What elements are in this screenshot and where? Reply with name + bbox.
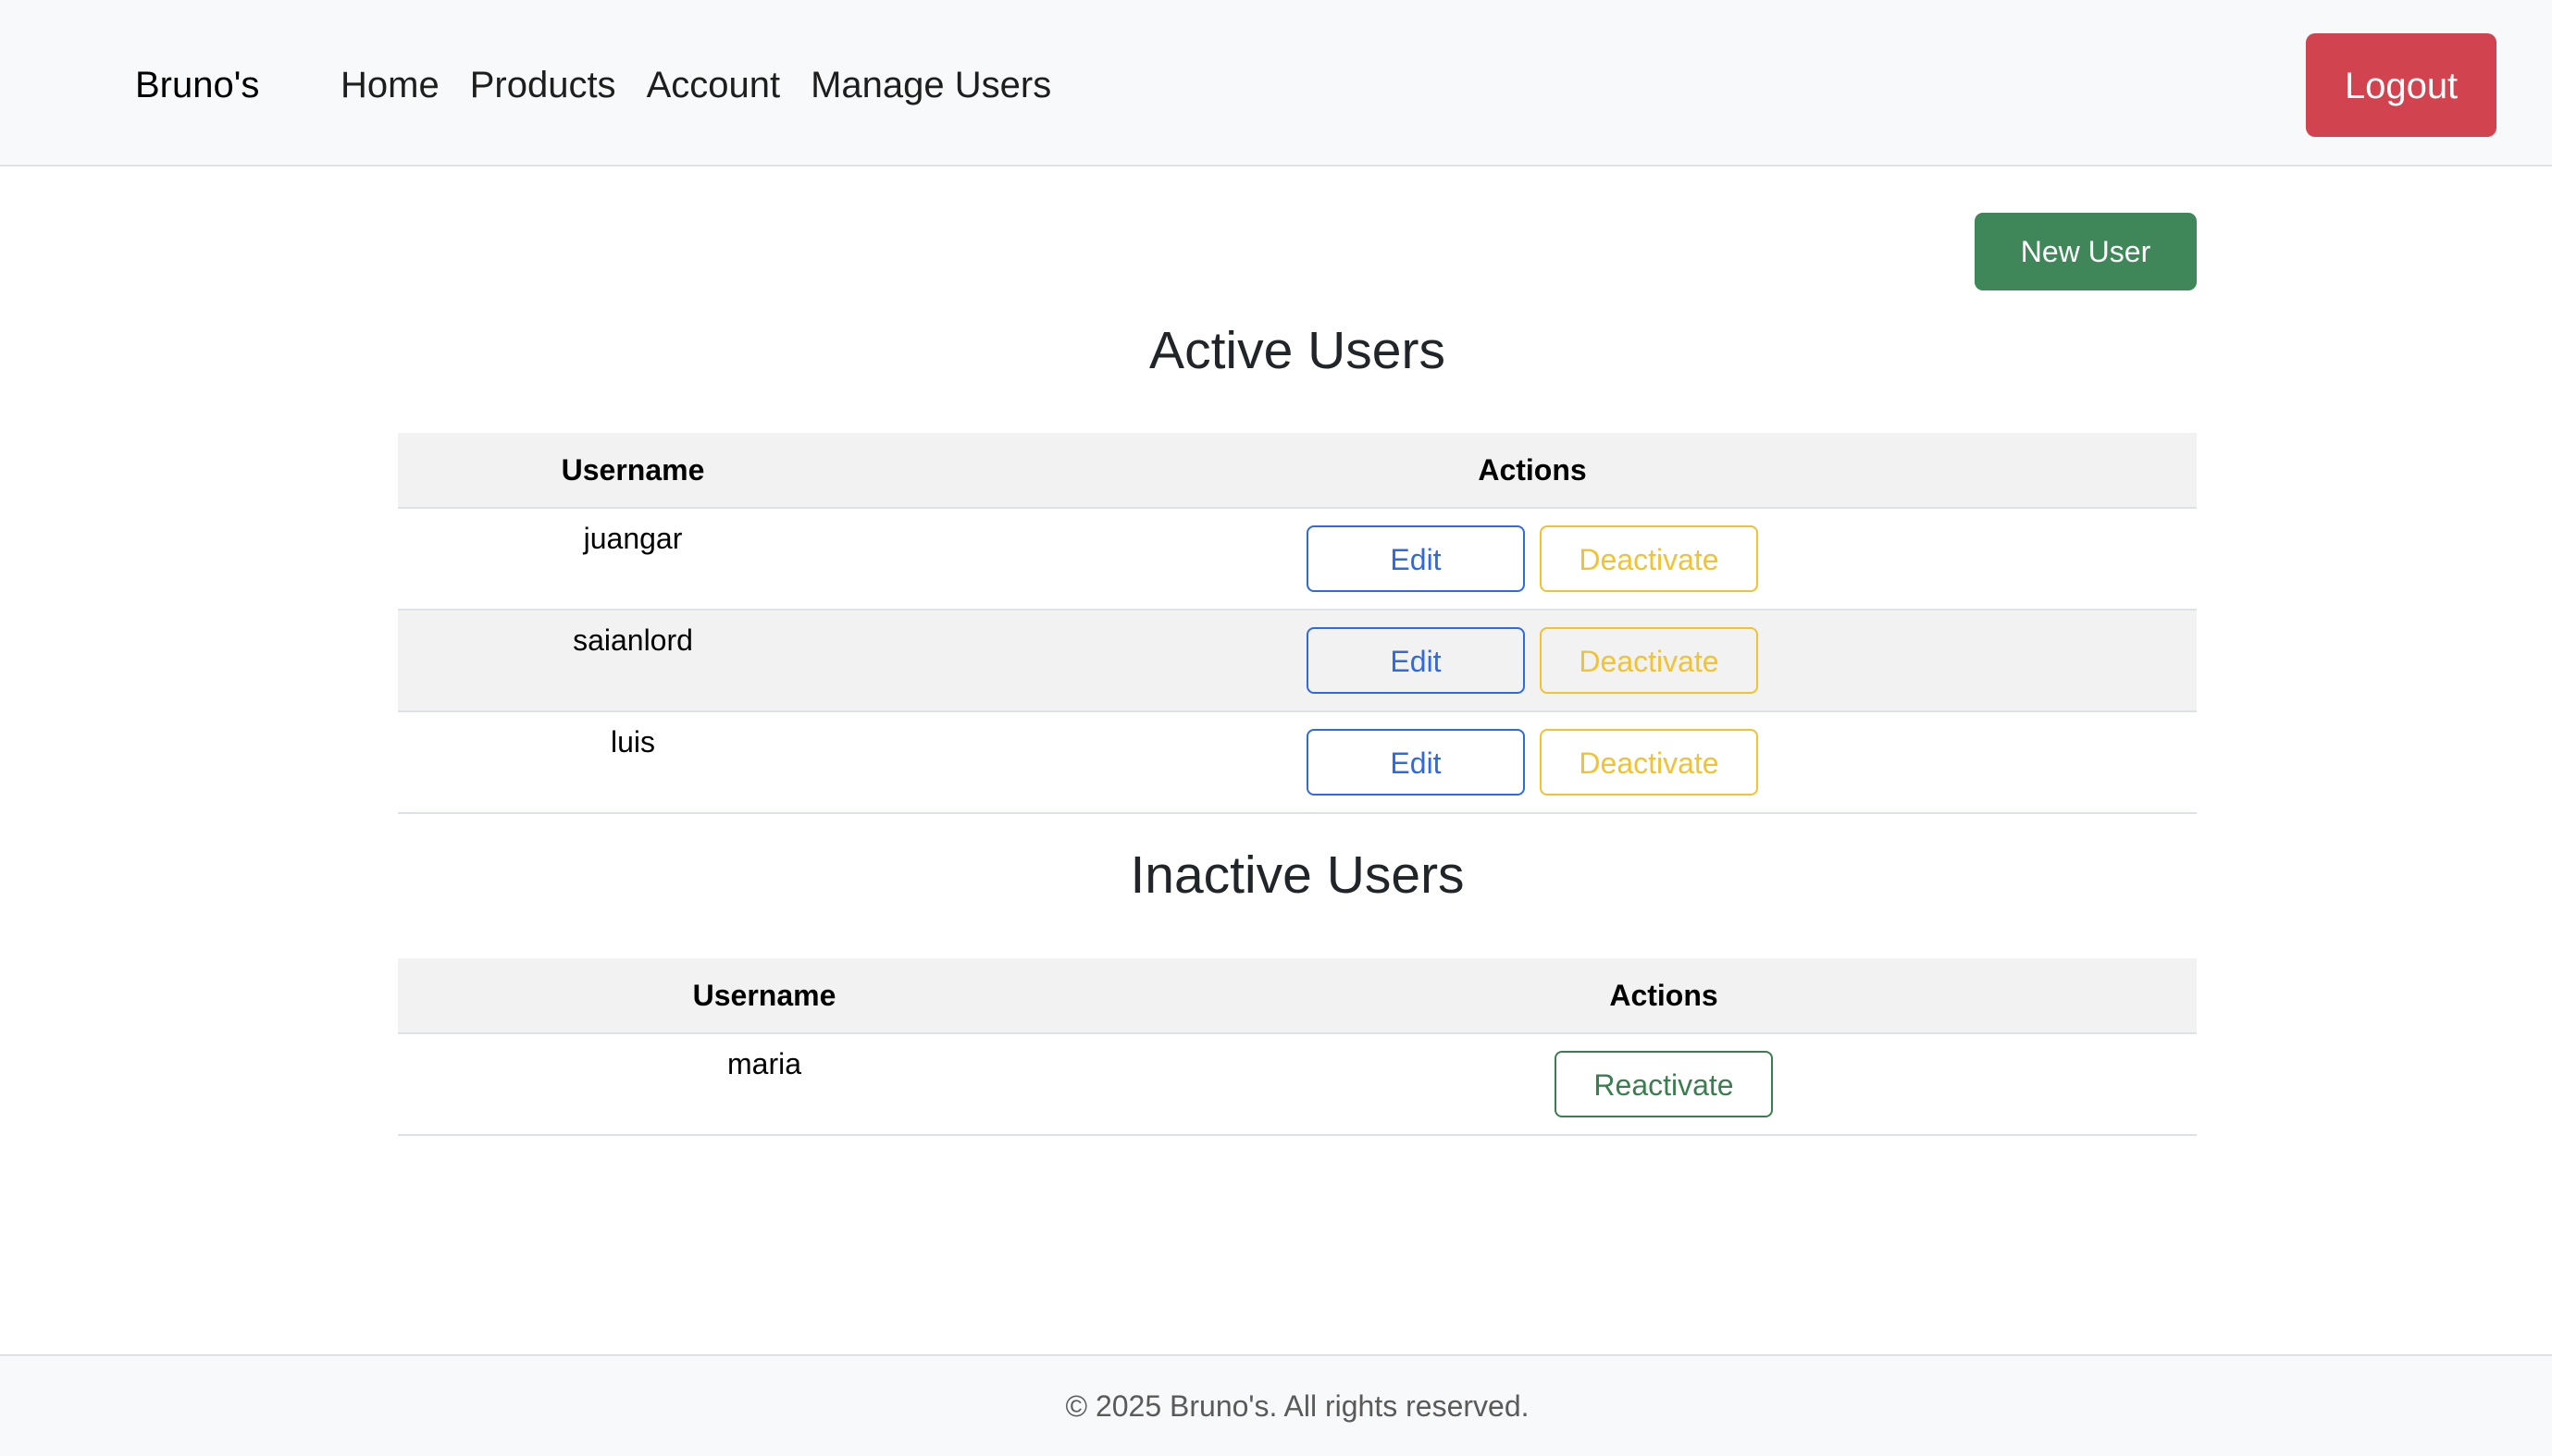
nav-link-home[interactable]: Home bbox=[341, 57, 440, 113]
deactivate-button[interactable]: Deactivate bbox=[1540, 627, 1758, 694]
table-row: maria Reactivate bbox=[398, 1034, 2197, 1136]
reactivate-button[interactable]: Reactivate bbox=[1555, 1051, 1773, 1117]
edit-button[interactable]: Edit bbox=[1307, 525, 1525, 592]
logout-button[interactable]: Logout bbox=[2306, 33, 2496, 137]
actions-cell: Edit Deactivate bbox=[868, 509, 2197, 609]
deactivate-button[interactable]: Deactivate bbox=[1540, 729, 1758, 796]
active-users-table: Username Actions juangar Edit Deactivate… bbox=[398, 433, 2197, 814]
username-cell: juangar bbox=[583, 522, 683, 555]
table-row: juangar Edit Deactivate bbox=[398, 509, 2197, 611]
column-header-username: Username bbox=[692, 979, 836, 1012]
column-header-actions: Actions bbox=[1609, 979, 1718, 1012]
copyright-text: © 2025 Bruno's. All rights reserved. bbox=[1065, 1389, 1530, 1423]
actions-cell: Edit Deactivate bbox=[868, 712, 2197, 812]
nav-link-account[interactable]: Account bbox=[647, 57, 781, 113]
edit-button[interactable]: Edit bbox=[1307, 729, 1525, 796]
column-header-username: Username bbox=[561, 453, 705, 487]
deactivate-button[interactable]: Deactivate bbox=[1540, 525, 1758, 592]
footer: © 2025 Bruno's. All rights reserved. bbox=[0, 1354, 2552, 1456]
table-row: luis Edit Deactivate bbox=[398, 712, 2197, 814]
nav-link-manage-users[interactable]: Manage Users bbox=[811, 57, 1051, 113]
table-row: saianlord Edit Deactivate bbox=[398, 611, 2197, 712]
username-cell: luis bbox=[610, 725, 655, 759]
navbar: Bruno's Home Products Account Manage Use… bbox=[0, 0, 2552, 167]
inactive-users-table: Username Actions maria Reactivate bbox=[398, 958, 2197, 1136]
actions-cell: Reactivate bbox=[1131, 1034, 2197, 1134]
nav-link-products[interactable]: Products bbox=[470, 57, 616, 113]
new-user-button[interactable]: New User bbox=[1975, 213, 2197, 290]
table-header: Username Actions bbox=[398, 958, 2197, 1034]
table-header: Username Actions bbox=[398, 433, 2197, 509]
active-users-heading: Active Users bbox=[1149, 321, 1445, 380]
inactive-users-heading: Inactive Users bbox=[1130, 845, 1465, 905]
column-header-actions: Actions bbox=[1478, 453, 1587, 487]
brand-logo[interactable]: Bruno's bbox=[135, 57, 259, 113]
username-cell: maria bbox=[726, 1047, 801, 1080]
actions-cell: Edit Deactivate bbox=[868, 611, 2197, 710]
edit-button[interactable]: Edit bbox=[1307, 627, 1525, 694]
username-cell: saianlord bbox=[573, 623, 693, 657]
nav-links: Home Products Account Manage Users bbox=[341, 57, 1051, 113]
